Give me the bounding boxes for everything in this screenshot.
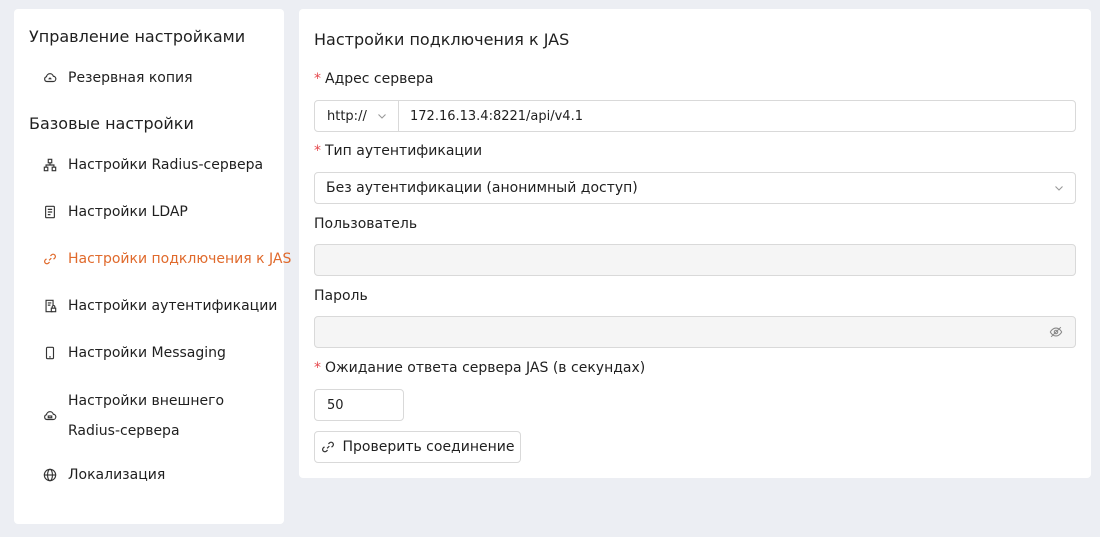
sidebar-item-auth[interactable]: Настройки аутентификации — [43, 298, 277, 314]
sidebar-item-label: Настройки Messaging — [68, 345, 226, 361]
password-label: Пароль — [314, 288, 368, 304]
user-input[interactable] — [314, 244, 1076, 276]
sidebar-item-label: Настройки аутентификации — [68, 298, 278, 314]
sidebar-item-label: Настройки подключения к JAS — [68, 251, 292, 267]
timeout-input[interactable] — [314, 389, 404, 421]
required-mark: * — [314, 143, 321, 159]
server-address-label-text: Адрес сервера — [325, 71, 434, 87]
section-title-manage: Управление настройками — [29, 27, 246, 46]
timeout-label: * Ожидание ответа сервера JAS (в секундах… — [314, 360, 645, 376]
settings-sidebar: Управление настройками Резервная копия Б… — [14, 9, 291, 524]
chevron-down-icon — [378, 114, 386, 119]
sidebar-item-label: Настройки внешнего Radius-сервера — [68, 393, 225, 439]
sidebar-item-messaging[interactable]: Настройки Messaging — [43, 345, 273, 361]
jas-settings-panel: Настройки подключения к JAS * Адрес серве… — [299, 9, 1091, 478]
sidebar-item-external-radius[interactable]: Настройки внешнего Radius-сервера — [43, 386, 273, 446]
server-address-label: * Адрес сервера — [314, 71, 433, 87]
eye-invisible-icon[interactable] — [1049, 325, 1063, 339]
link-icon — [43, 252, 57, 266]
server-address-input[interactable] — [399, 101, 1075, 131]
server-address-field: http:// — [314, 100, 1076, 132]
sidebar-item-backup[interactable]: Резервная копия — [43, 70, 273, 86]
file-lock-icon — [43, 299, 57, 313]
link-icon — [321, 440, 335, 454]
page-title: Настройки подключения к JAS — [314, 30, 570, 49]
sidebar-item-label: Настройки LDAP — [68, 204, 188, 220]
required-mark: * — [314, 71, 321, 87]
mobile-icon — [43, 346, 57, 360]
sidebar-item-localization[interactable]: Локализация — [43, 467, 273, 483]
section-title-basic: Базовые настройки — [29, 114, 194, 133]
cloud-sync-icon — [43, 71, 57, 85]
protocol-value: http:// — [327, 108, 367, 124]
protocol-select[interactable]: http:// — [315, 101, 399, 131]
auth-type-label: * Тип аутентификации — [314, 143, 482, 159]
database-icon — [43, 205, 57, 219]
sidebar-item-label: Локализация — [68, 467, 166, 483]
sidebar-item-label: Настройки Radius-сервера — [68, 157, 264, 173]
chevron-down-icon — [1055, 186, 1063, 191]
sidebar-item-ldap[interactable]: Настройки LDAP — [43, 204, 273, 220]
required-mark: * — [314, 360, 321, 376]
sidebar-item-jas[interactable]: Настройки подключения к JAS — [43, 251, 291, 267]
sidebar-item-label: Резервная копия — [68, 70, 193, 86]
user-label: Пользователь — [314, 216, 418, 232]
auth-type-select[interactable]: Без аутентификации (анонимный доступ) — [314, 172, 1076, 204]
check-connection-label: Проверить соединение — [342, 439, 515, 455]
timeout-label-text: Ожидание ответа сервера JAS (в секундах) — [325, 360, 646, 376]
cluster-icon — [43, 158, 57, 172]
check-connection-button[interactable]: Проверить соединение — [314, 431, 521, 463]
globe-icon — [43, 468, 57, 482]
cloud-server-icon — [43, 409, 57, 423]
auth-type-value: Без аутентификации (анонимный доступ) — [326, 180, 638, 196]
password-input[interactable] — [314, 316, 1076, 348]
auth-type-label-text: Тип аутентификации — [325, 143, 483, 159]
sidebar-item-radius[interactable]: Настройки Radius-сервера — [43, 157, 273, 173]
